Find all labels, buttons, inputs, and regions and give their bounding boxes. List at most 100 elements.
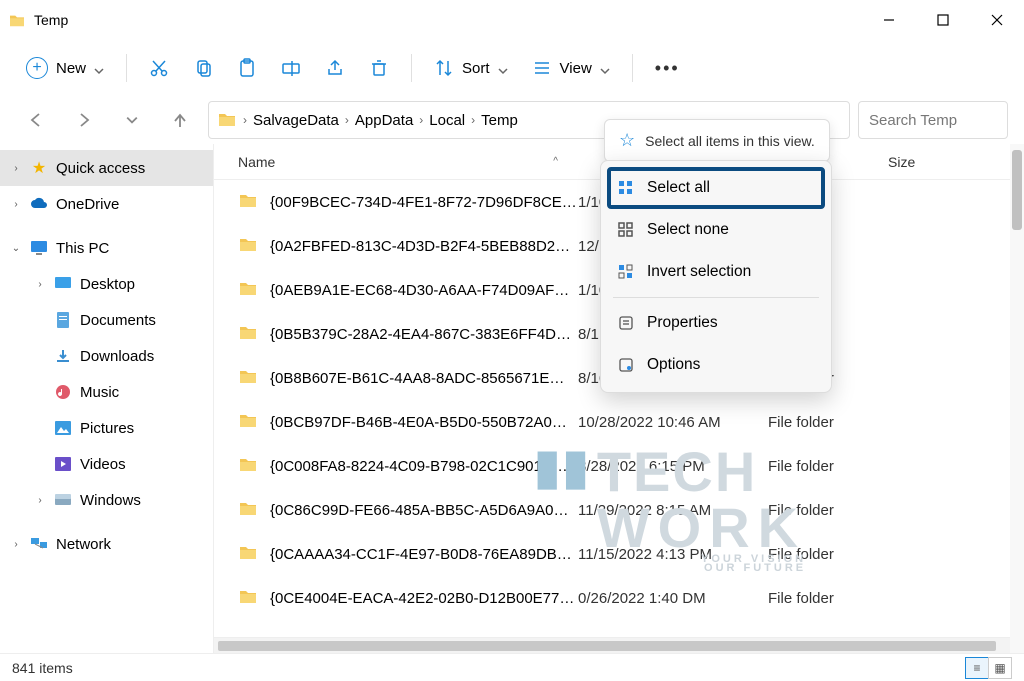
- view-toggle: ≡ ▦: [966, 657, 1012, 679]
- new-button[interactable]: + New: [16, 50, 114, 86]
- folder-icon: [238, 368, 262, 388]
- up-button[interactable]: [160, 102, 200, 138]
- sidebar-item-pictures[interactable]: Pictures: [0, 410, 213, 446]
- sort-button[interactable]: Sort: [424, 50, 518, 86]
- sidebar-item-videos[interactable]: Videos: [0, 446, 213, 482]
- music-icon: [54, 383, 72, 401]
- address-bar: › SalvageData › AppData › Local › Temp S…: [0, 96, 1024, 144]
- tooltip-text: Select all items in this view.: [645, 133, 815, 149]
- menu-item-select-all[interactable]: Select all: [607, 167, 825, 209]
- sort-icon: [434, 58, 454, 78]
- sidebar-item-onedrive[interactable]: › OneDrive: [0, 186, 213, 222]
- menu-item-properties[interactable]: Properties: [607, 302, 825, 344]
- sidebar-item-music[interactable]: Music: [0, 374, 213, 410]
- sidebar-item-documents[interactable]: Documents: [0, 302, 213, 338]
- scrollbar-thumb[interactable]: [218, 641, 996, 651]
- sidebar-label: Network: [56, 536, 111, 553]
- sidebar-label: This PC: [56, 240, 109, 257]
- file-row[interactable]: {0BCB97DF-B46B-4E0A-B5D0-550B72A0…10/28/…: [214, 400, 1024, 444]
- chevron-right-icon[interactable]: ›: [419, 113, 423, 127]
- back-button[interactable]: [16, 102, 56, 138]
- desktop-icon: [54, 275, 72, 293]
- breadcrumb-item[interactable]: SalvageData: [253, 112, 339, 129]
- chevron-down-icon: [94, 63, 104, 73]
- sort-label: Sort: [462, 60, 490, 77]
- folder-icon: [238, 324, 262, 344]
- file-row[interactable]: {0CE4004E-EACA-42E2-02B0-D12B00E77…0/26/…: [214, 576, 1024, 620]
- share-button[interactable]: [315, 50, 355, 86]
- forward-button[interactable]: [64, 102, 104, 138]
- file-date: 11/15/2022 4:13 PM: [578, 546, 768, 563]
- file-row[interactable]: {0C86C99D-FE66-485A-BB5C-A5D6A9A0…11/29/…: [214, 488, 1024, 532]
- maximize-button[interactable]: [916, 0, 970, 40]
- file-type: File folder: [768, 458, 888, 475]
- file-date: 11/29/2022 8:15 AM: [578, 502, 768, 519]
- search-input[interactable]: Search Temp: [858, 101, 1008, 139]
- breadcrumb-item[interactable]: Local: [429, 112, 465, 129]
- folder-icon: [238, 544, 262, 564]
- videos-icon: [54, 455, 72, 473]
- sidebar-item-network[interactable]: › Network: [0, 526, 213, 562]
- horizontal-scrollbar[interactable]: [214, 637, 1024, 653]
- details-view-button[interactable]: ≡: [965, 657, 989, 679]
- view-button[interactable]: View: [522, 50, 620, 86]
- rename-icon: [281, 58, 301, 78]
- monitor-icon: [30, 239, 48, 257]
- folder-icon: [8, 13, 26, 27]
- chevron-right-icon[interactable]: ›: [471, 113, 475, 127]
- cut-button[interactable]: [139, 50, 179, 86]
- menu-item-select-none[interactable]: Select none: [607, 209, 825, 251]
- breadcrumb-item[interactable]: Temp: [481, 112, 518, 129]
- more-button[interactable]: •••: [645, 50, 690, 86]
- rename-button[interactable]: [271, 50, 311, 86]
- copy-button[interactable]: [183, 50, 223, 86]
- window-controls: [862, 0, 1024, 40]
- sidebar-item-desktop[interactable]: › Desktop: [0, 266, 213, 302]
- folder-icon: [238, 500, 262, 520]
- file-row[interactable]: {0CAAAA34-CC1F-4E97-B0D8-76EA89DB…11/15/…: [214, 532, 1024, 576]
- column-label: Name: [238, 154, 275, 170]
- close-button[interactable]: [970, 0, 1024, 40]
- sidebar-label: Windows: [80, 492, 141, 509]
- thumbnails-view-button[interactable]: ▦: [988, 657, 1012, 679]
- view-label: View: [560, 60, 592, 77]
- delete-button[interactable]: [359, 50, 399, 86]
- minimize-button[interactable]: [862, 0, 916, 40]
- file-type: File folder: [768, 502, 888, 519]
- share-icon: [325, 58, 345, 78]
- scrollbar-thumb[interactable]: [1012, 150, 1022, 230]
- menu-item-invert-selection[interactable]: Invert selection: [607, 251, 825, 293]
- vertical-scrollbar[interactable]: [1010, 144, 1024, 653]
- separator: [632, 54, 633, 82]
- file-date: 8/28/2022 6:15 PM: [578, 458, 768, 475]
- file-name: {0B8B607E-B61C-4AA8-8ADC-8565671E…: [270, 370, 578, 387]
- sidebar-item-this-pc[interactable]: ⌄ This PC: [0, 230, 213, 266]
- paste-button[interactable]: [227, 50, 267, 86]
- scissors-icon: [149, 58, 169, 78]
- pictures-icon: [54, 419, 72, 437]
- recent-locations-button[interactable]: [112, 102, 152, 138]
- menu-label: Properties: [647, 314, 718, 332]
- file-type: File folder: [768, 546, 888, 563]
- new-label: New: [56, 60, 86, 77]
- sidebar-label: Pictures: [80, 420, 134, 437]
- file-row[interactable]: {0C008FA8-8224-4C09-B798-02C1C901C…8/28/…: [214, 444, 1024, 488]
- folder-icon: [238, 456, 262, 476]
- chevron-right-icon[interactable]: ›: [243, 113, 247, 127]
- chevron-down-icon: [498, 63, 508, 73]
- separator: [411, 54, 412, 82]
- menu-item-options[interactable]: Options: [607, 344, 825, 386]
- column-header-size[interactable]: Size: [888, 154, 1024, 170]
- sidebar-item-quick-access[interactable]: › ★ Quick access: [0, 150, 213, 186]
- breadcrumb-item[interactable]: AppData: [355, 112, 413, 129]
- menu-separator: [613, 297, 819, 298]
- file-name: {0C86C99D-FE66-485A-BB5C-A5D6A9A0…: [270, 502, 578, 519]
- sidebar-item-downloads[interactable]: Downloads: [0, 338, 213, 374]
- select-none-icon: [617, 221, 635, 239]
- network-icon: [30, 535, 48, 553]
- chevron-right-icon[interactable]: ›: [345, 113, 349, 127]
- folder-icon: [238, 280, 262, 300]
- sidebar-item-windows[interactable]: › Windows: [0, 482, 213, 518]
- column-header-name[interactable]: Name ^: [238, 154, 578, 170]
- file-date: 10/28/2022 10:46 AM: [578, 414, 768, 431]
